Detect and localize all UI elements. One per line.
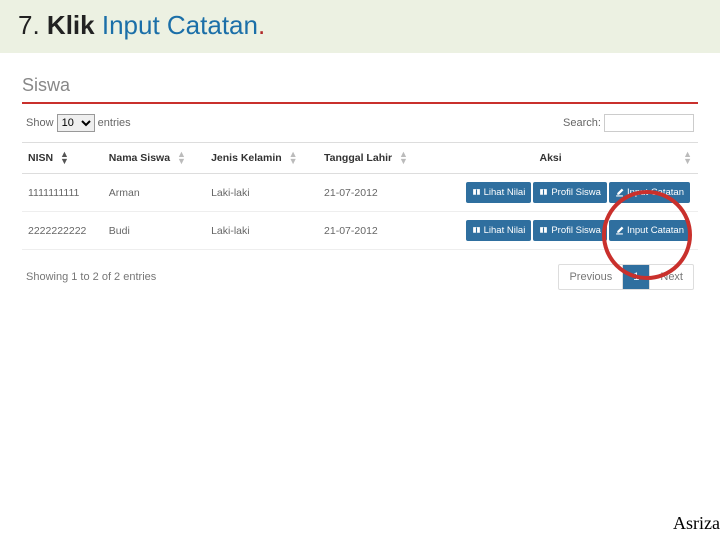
author-label: Asriza [673,513,720,534]
search-input[interactable] [604,114,694,132]
title-word-link: Input Catatan [102,10,258,40]
cell-nisn: 1111111111 [22,174,103,212]
panel-divider [22,102,698,104]
entries-label: entries [98,117,131,129]
profil-siswa-button[interactable]: Profil Siswa [533,182,607,203]
show-label: Show [26,117,54,129]
cell-jk: Laki-laki [205,174,318,212]
input-catatan-button[interactable]: Input Catatan [609,182,690,203]
sort-icon: ▲▼ [177,151,186,165]
table-row: 2222222222BudiLaki-laki21-07-2012Lihat N… [22,212,698,250]
step-number: 7. [18,10,40,40]
table-row: 1111111111ArmanLaki-laki21-07-2012Lihat … [22,174,698,212]
sort-icon: ▲▼ [289,151,298,165]
sort-icon: ▲▼ [399,151,408,165]
input-catatan-button[interactable]: Input Catatan [609,220,690,241]
search-control: Search: [563,114,694,132]
cell-aksi: Lihat NilaiProfil SiswaInput Catatan [428,174,698,212]
page-1[interactable]: 1 [622,265,649,289]
page-size-select[interactable]: 10 [57,114,95,132]
slide-title: 7. Klik Input Catatan. [18,10,702,41]
search-label: Search: [563,117,601,129]
cell-aksi: Lihat NilaiProfil SiswaInput Catatan [428,212,698,250]
table-info: Showing 1 to 2 of 2 entries [26,271,156,283]
title-word-klik: Klik [47,10,95,40]
page-next[interactable]: Next [649,265,693,289]
cell-nisn: 2222222222 [22,212,103,250]
profil-siswa-button[interactable]: Profil Siswa [533,220,607,241]
lihat-nilai-button[interactable]: Lihat Nilai [466,182,532,203]
col-aksi: Aksi [428,143,673,174]
pagination: Previous 1 Next [558,264,694,290]
col-tgl[interactable]: Tanggal Lahir ▲▼ [318,143,428,174]
length-control: Show 10 entries [26,114,131,132]
slide-title-bar: 7. Klik Input Catatan. [0,0,720,53]
cell-nama: Arman [103,174,205,212]
cell-jk: Laki-laki [205,212,318,250]
lihat-nilai-button[interactable]: Lihat Nilai [466,220,532,241]
cell-tgl: 21-07-2012 [318,212,428,250]
siswa-table: NISN ▲▼ Nama Siswa ▲▼ Jenis Kelamin ▲▼ T… [22,142,698,250]
cell-nama: Budi [103,212,205,250]
cell-tgl: 21-07-2012 [318,174,428,212]
table-footer: Showing 1 to 2 of 2 entries Previous 1 N… [26,264,694,290]
sort-icon: ▲▼ [683,151,692,165]
siswa-panel: Siswa Show 10 entries Search: NISN ▲▼ Na… [22,75,698,290]
sort-asc-icon: ▲▼ [60,151,69,165]
title-dot: . [258,10,265,40]
col-nama[interactable]: Nama Siswa ▲▼ [103,143,205,174]
panel-title: Siswa [22,75,698,96]
table-controls: Show 10 entries Search: [26,114,694,132]
page-prev[interactable]: Previous [559,265,622,289]
col-jk[interactable]: Jenis Kelamin ▲▼ [205,143,318,174]
col-nisn[interactable]: NISN ▲▼ [22,143,103,174]
col-extra[interactable]: ▲▼ [673,143,698,174]
